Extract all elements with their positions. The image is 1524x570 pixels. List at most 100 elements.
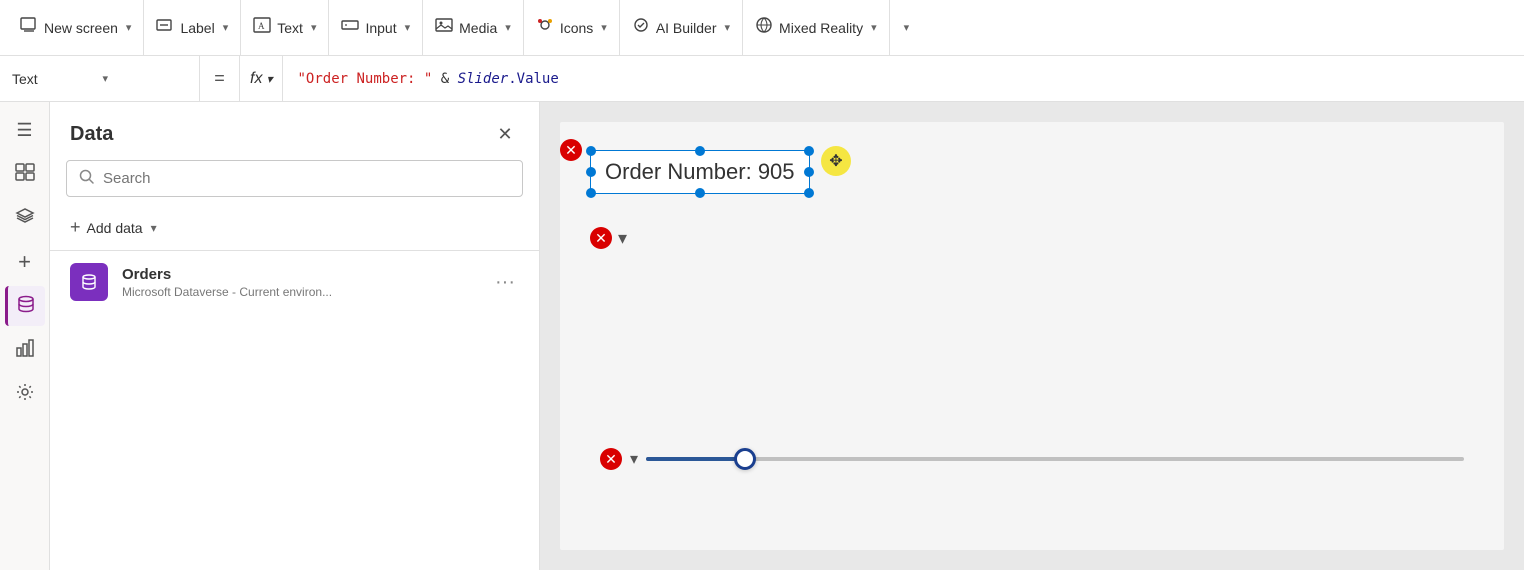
media-button[interactable]: Media ▾ xyxy=(423,0,524,55)
text-element[interactable]: ✕ Order Number: 905 ✥ xyxy=(590,150,810,194)
formula-property: .Value xyxy=(508,71,559,87)
main-toolbar: New screen ▾ Label ▾ A Text ▾ Input ▾ Me… xyxy=(0,0,1524,56)
move-icon[interactable]: ✥ xyxy=(821,146,851,176)
input-button[interactable]: Input ▾ xyxy=(329,0,423,55)
new-screen-chevron: ▾ xyxy=(126,21,132,34)
icons-icon xyxy=(536,16,554,39)
sidebar-item-add[interactable]: + xyxy=(5,242,45,282)
close-icon: ✕ xyxy=(497,124,512,145)
text-button[interactable]: A Text ▾ xyxy=(241,0,329,55)
new-screen-label: New screen xyxy=(44,20,118,36)
mixed-reality-icon xyxy=(755,16,773,39)
new-screen-button[interactable]: New screen ▾ xyxy=(8,0,144,55)
canvas-content: ✕ Order Number: 905 ✥ xyxy=(560,122,1504,550)
search-box xyxy=(66,160,523,197)
fx-chevron: ▾ xyxy=(266,72,272,86)
slider-fill xyxy=(646,457,746,461)
ai-builder-label: AI Builder xyxy=(656,20,717,36)
property-selector[interactable]: Text ▾ xyxy=(0,56,200,101)
orders-name: Orders xyxy=(122,266,477,283)
property-label: Text xyxy=(12,71,97,87)
second-delete-button[interactable]: ✕ xyxy=(590,227,612,249)
sidebar-item-analytics[interactable] xyxy=(5,330,45,370)
label-chevron: ▾ xyxy=(223,21,229,34)
hamburger-menu-icon: ☰ xyxy=(16,120,32,141)
orders-more-button[interactable]: ··· xyxy=(491,267,519,298)
handle-tl[interactable] xyxy=(586,146,596,156)
second-element-controls: ✕ ▾ xyxy=(590,227,627,249)
sidebar-item-settings[interactable] xyxy=(5,374,45,414)
handle-mr[interactable] xyxy=(804,167,814,177)
text-icon: A xyxy=(253,16,271,39)
toolbar-overflow-button[interactable]: ▾ xyxy=(890,0,922,55)
data-panel-header: Data ✕ xyxy=(50,102,539,160)
add-data-chevron: ▾ xyxy=(151,221,157,235)
overflow-chevron: ▾ xyxy=(904,21,910,34)
orders-icon xyxy=(70,263,108,301)
formula-text: "Order Number: " xyxy=(297,71,432,87)
new-screen-icon xyxy=(20,16,38,39)
handle-bl[interactable] xyxy=(586,188,596,198)
label-button[interactable]: Label ▾ xyxy=(144,0,241,55)
property-chevron: ▾ xyxy=(103,72,188,85)
orders-item-info: Orders Microsoft Dataverse - Current env… xyxy=(122,266,477,299)
text-chevron: ▾ xyxy=(311,21,317,34)
mixed-reality-chevron: ▾ xyxy=(871,21,877,34)
ai-builder-icon xyxy=(632,16,650,39)
main-area: ☰ + xyxy=(0,102,1524,570)
sidebar-item-screens[interactable] xyxy=(5,154,45,194)
handle-tr[interactable] xyxy=(804,146,814,156)
mixed-reality-label: Mixed Reality xyxy=(779,20,863,36)
media-chevron: ▾ xyxy=(505,21,511,34)
input-chevron: ▾ xyxy=(405,21,411,34)
handle-tc[interactable] xyxy=(695,146,705,156)
formula-object: Slider xyxy=(458,71,509,87)
slider-element[interactable]: ✕ ▾ xyxy=(600,448,1464,470)
media-label: Media xyxy=(459,20,497,36)
fx-label: fx xyxy=(250,70,262,88)
text-box[interactable]: Order Number: 905 ✥ xyxy=(590,150,810,194)
data-icon xyxy=(16,294,36,319)
ai-builder-button[interactable]: AI Builder ▾ xyxy=(620,0,743,55)
search-input[interactable] xyxy=(103,170,510,187)
analytics-icon xyxy=(15,338,35,363)
label-label: Label xyxy=(180,20,214,36)
add-data-button[interactable]: + Add data ▾ xyxy=(50,209,539,250)
handle-br[interactable] xyxy=(804,188,814,198)
input-label: Input xyxy=(365,20,396,36)
add-circle-icon: + xyxy=(18,249,31,275)
text-delete-button[interactable]: ✕ xyxy=(560,139,582,161)
data-panel: Data ✕ + Add data ▾ Orders Microsoft Dat xyxy=(50,102,540,570)
add-icon: + xyxy=(70,217,81,238)
icons-button[interactable]: Icons ▾ xyxy=(524,0,620,55)
slider-delete-button[interactable]: ✕ xyxy=(600,448,622,470)
second-chevron[interactable]: ▾ xyxy=(618,228,627,249)
slider-track[interactable] xyxy=(646,457,1464,461)
text-content: Order Number: 905 xyxy=(605,159,795,184)
data-panel-close-button[interactable]: ✕ xyxy=(491,120,519,148)
svg-text:A: A xyxy=(258,21,265,31)
formula-bar: Text ▾ = fx ▾ "Order Number: " & Slider.… xyxy=(0,56,1524,102)
sidebar-item-data[interactable] xyxy=(5,286,45,326)
media-icon xyxy=(435,16,453,39)
sidebar-item-menu[interactable]: ☰ xyxy=(5,110,45,150)
mixed-reality-button[interactable]: Mixed Reality ▾ xyxy=(743,0,890,55)
add-data-label: Add data xyxy=(87,220,143,236)
data-item-orders[interactable]: Orders Microsoft Dataverse - Current env… xyxy=(50,251,539,313)
handle-bc[interactable] xyxy=(695,188,705,198)
slider-chevron[interactable]: ▾ xyxy=(630,449,638,469)
handle-ml[interactable] xyxy=(586,167,596,177)
screens-icon xyxy=(15,162,35,187)
ai-builder-chevron: ▾ xyxy=(725,21,731,34)
icons-chevron: ▾ xyxy=(601,21,607,34)
text-label: Text xyxy=(277,20,303,36)
canvas-area: ✕ Order Number: 905 ✥ xyxy=(540,102,1524,570)
slider-thumb[interactable] xyxy=(734,448,756,470)
orders-description: Microsoft Dataverse - Current environ... xyxy=(122,285,477,299)
formula-operator: & xyxy=(441,71,458,87)
formula-input[interactable]: "Order Number: " & Slider.Value xyxy=(283,71,1524,87)
data-panel-title: Data xyxy=(70,123,113,146)
sidebar-item-layers[interactable] xyxy=(5,198,45,238)
equals-sign: = xyxy=(200,56,240,101)
fx-button[interactable]: fx ▾ xyxy=(240,56,283,101)
